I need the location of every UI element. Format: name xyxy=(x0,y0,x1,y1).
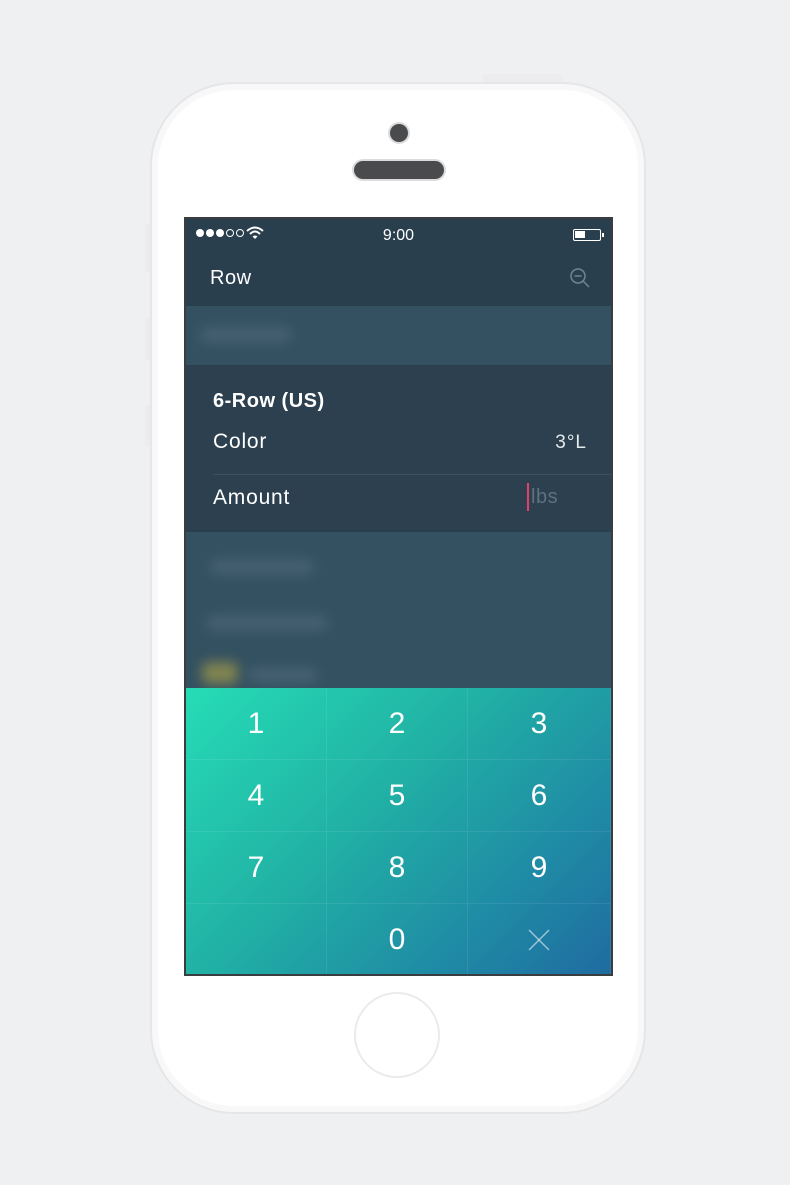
key-blank xyxy=(186,904,327,974)
color-value: 3°L xyxy=(555,432,587,453)
status-time: 9:00 xyxy=(382,227,415,244)
key-8[interactable]: 8 xyxy=(327,832,468,904)
color-row: Color 3°L xyxy=(213,430,611,486)
color-label: Color xyxy=(213,430,268,453)
front-camera xyxy=(390,124,408,142)
detail-title: 6-Row (US) xyxy=(213,390,325,412)
delete-key[interactable] xyxy=(468,904,611,974)
nav-bar: Row xyxy=(186,253,611,305)
key-4[interactable]: 4 xyxy=(186,760,327,832)
key-5[interactable]: 5 xyxy=(327,760,468,832)
amount-input[interactable]: lbs xyxy=(527,483,587,513)
key-0[interactable]: 0 xyxy=(327,904,468,974)
text-cursor xyxy=(527,483,529,511)
key-9[interactable]: 9 xyxy=(468,832,611,904)
key-1[interactable]: 1 xyxy=(186,688,327,760)
amount-label: Amount xyxy=(213,486,291,509)
home-button[interactable] xyxy=(354,992,440,1078)
divider xyxy=(213,474,611,475)
key-6[interactable]: 6 xyxy=(468,760,611,832)
page-title: Row xyxy=(210,267,252,289)
close-icon xyxy=(528,928,550,951)
blurred-list-row xyxy=(186,306,611,365)
earpiece-speaker xyxy=(354,161,444,179)
amount-placeholder: lbs xyxy=(531,486,559,508)
key-3[interactable]: 3 xyxy=(468,688,611,760)
power-button[interactable] xyxy=(482,74,562,82)
key-2[interactable]: 2 xyxy=(327,688,468,760)
phone-screen: 9:00 Row 6-Row (US) Color 3°L Amount lbs xyxy=(184,217,613,976)
key-7[interactable]: 7 xyxy=(186,832,327,904)
battery-icon xyxy=(573,229,604,241)
status-bar: 9:00 xyxy=(186,219,611,253)
detail-card: 6-Row (US) Color 3°L Amount lbs xyxy=(186,366,611,530)
zoom-out-icon[interactable] xyxy=(569,267,591,289)
blurred-list xyxy=(186,532,611,688)
battery-level xyxy=(575,231,585,238)
numeric-keypad: 123 456 7890 xyxy=(186,688,611,974)
